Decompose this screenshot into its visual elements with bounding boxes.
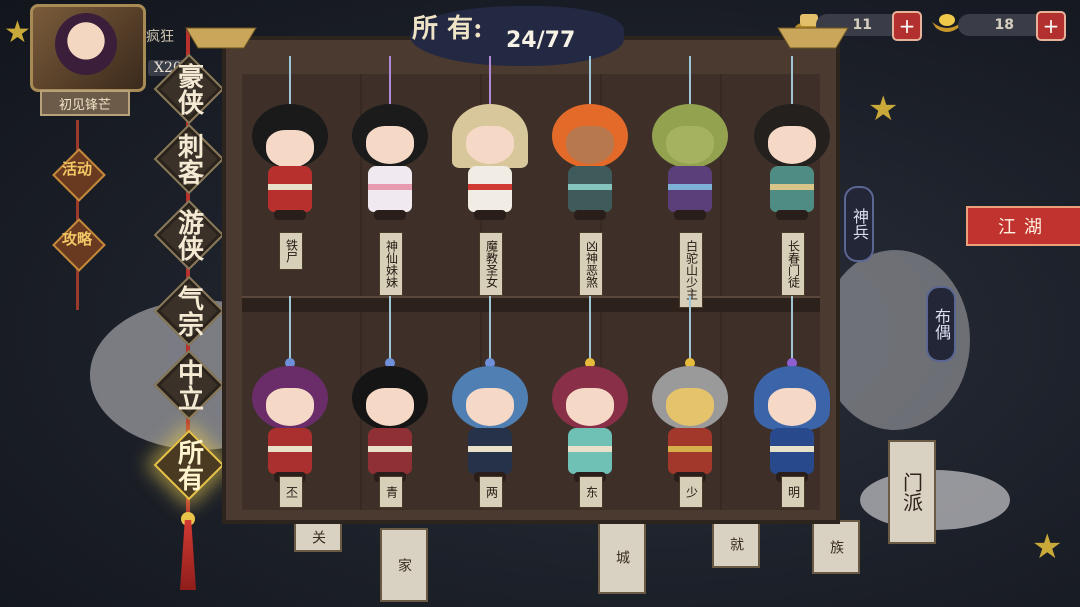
character-name: 明	[781, 476, 805, 508]
character-slot[interactable]: 两	[440, 296, 540, 526]
activity-button[interactable]: 活动	[52, 148, 106, 202]
character-slot[interactable]: 少	[640, 296, 740, 526]
tab-label: 豪侠	[173, 63, 204, 115]
corner-ornament-icon	[777, 27, 849, 49]
tab-youxia[interactable]: 游侠	[153, 199, 225, 271]
character-name: 东	[579, 476, 603, 508]
collection-title: 所 有:	[412, 14, 483, 44]
jianghu-button[interactable]: 江湖	[966, 206, 1080, 246]
tab-cike[interactable]: 刺客	[153, 123, 225, 195]
rope-tassel	[180, 520, 196, 590]
character-slot[interactable]: 丕	[240, 296, 340, 526]
tab-all[interactable]: 所有	[153, 429, 225, 501]
character-name: 丕	[279, 476, 303, 508]
character-slot[interactable]: 东	[540, 296, 640, 526]
character-name: 凶神恶煞	[579, 232, 603, 296]
tab-label: 所有	[173, 439, 204, 491]
menpai-tag[interactable]: 门派	[888, 440, 936, 544]
corner-ornament-icon	[185, 27, 257, 49]
shenbing-tab[interactable]: 神兵	[844, 186, 874, 262]
tab-zhongli[interactable]: 中立	[153, 349, 225, 421]
star-icon: ★	[868, 89, 899, 129]
collection-count: 24/77	[506, 28, 576, 53]
character-slot[interactable]: 青	[340, 296, 440, 526]
character-name: 少	[679, 476, 703, 508]
background-tag: 关	[294, 522, 342, 552]
player-status-text: 疯狂	[146, 29, 174, 45]
player-avatar-frame[interactable]	[30, 4, 146, 92]
character-name: 铁尸	[279, 232, 303, 270]
guide-label: 攻略	[61, 230, 92, 248]
activity-label: 活动	[61, 160, 92, 178]
character-name: 神仙妹妹	[379, 232, 403, 296]
tab-label: 刺客	[173, 133, 204, 185]
player-rank-title: 初见锋芒	[40, 90, 130, 116]
character-slot[interactable]: 白驼山少主	[640, 56, 740, 308]
background-tag: 家	[380, 528, 428, 602]
character-slot[interactable]: 魔教圣女	[440, 56, 540, 296]
tab-label: 气宗	[173, 285, 204, 337]
character-name: 青	[379, 476, 403, 508]
star-icon: ★	[4, 15, 31, 50]
add-currency-button[interactable]: +	[1036, 11, 1066, 41]
guide-button[interactable]: 攻略	[52, 218, 106, 272]
character-slot[interactable]: 凶神恶煞	[540, 56, 640, 296]
tab-haoxia[interactable]: 豪侠	[153, 53, 225, 125]
add-currency-button[interactable]: +	[892, 11, 922, 41]
currency-amount: 18	[958, 14, 1048, 36]
background-tag: 就	[712, 520, 760, 568]
tab-label: 中立	[173, 359, 204, 411]
character-slot[interactable]: 神仙妹妹	[340, 56, 440, 296]
avatar	[55, 13, 117, 75]
background-tag: 族	[812, 520, 860, 574]
jianghu-label: 江湖	[998, 217, 1050, 238]
tab-qizong[interactable]: 气宗	[153, 275, 225, 347]
star-icon: ★	[1032, 527, 1063, 567]
buou-tab[interactable]: 布偶	[926, 286, 956, 362]
character-name: 两	[479, 476, 503, 508]
tab-label: 游侠	[173, 209, 204, 261]
background-tag: 城	[598, 520, 646, 594]
character-slot[interactable]: 铁尸	[240, 56, 340, 286]
character-name: 魔教圣女	[479, 232, 503, 296]
character-slot[interactable]: 长春门徒	[742, 56, 842, 296]
character-name: 长春门徒	[781, 232, 805, 296]
character-slot[interactable]: 明	[742, 296, 842, 526]
